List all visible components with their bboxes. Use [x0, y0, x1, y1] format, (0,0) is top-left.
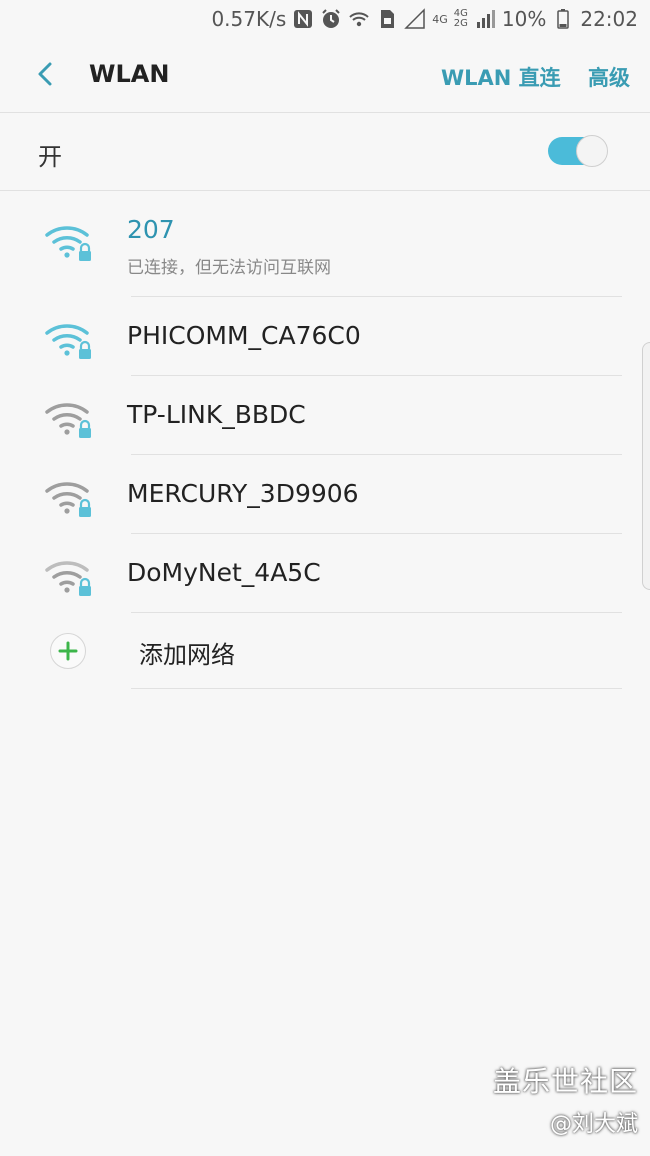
- network-name: 207: [127, 215, 175, 244]
- signal-icon: [474, 8, 496, 30]
- watermark: 盖乐世社区 @刘大斌: [493, 1060, 638, 1138]
- network-name: DoMyNet_4A5C: [127, 558, 321, 587]
- add-network-label: 添加网络: [139, 641, 235, 669]
- wifi-lock-icon: [44, 556, 96, 600]
- add-network-button[interactable]: 添加网络: [0, 613, 650, 689]
- plus-icon: [50, 633, 86, 669]
- toggle-label: 开: [38, 143, 62, 171]
- network-name: MERCURY_3D9906: [127, 479, 359, 508]
- wifi-lock-icon: [44, 221, 96, 265]
- network-item-tp-link[interactable]: TP-LINK_BBDC: [0, 376, 650, 455]
- watermark-title: 盖乐世社区: [492, 1065, 638, 1098]
- network-name: TP-LINK_BBDC: [127, 400, 306, 429]
- wlan-toggle-row[interactable]: 开: [0, 113, 650, 191]
- wlan-settings-screen: 0.57K/s 4G 4G 2G 10% 22:02 WLAN WLAN 直连 …: [0, 0, 650, 1156]
- wifi-lock-icon: [44, 398, 96, 442]
- wlan-switch[interactable]: [548, 135, 608, 167]
- network-speed: 0.57K/s: [211, 7, 287, 31]
- battery-percent: 10%: [501, 7, 547, 31]
- list-divider: [131, 688, 622, 689]
- wlan-direct-button[interactable]: WLAN 直连: [441, 62, 561, 92]
- sim-icon: [376, 8, 398, 30]
- back-button[interactable]: [28, 58, 64, 94]
- switch-knob: [576, 135, 608, 167]
- clock: 22:02: [580, 7, 638, 31]
- signal-empty-icon: [404, 8, 426, 30]
- network-type-4g: 4G: [432, 12, 448, 26]
- network-list: 207 已连接，但无法访问互联网 PHICOMM_CA76C0 TP-LINK_…: [0, 191, 650, 689]
- network-name: PHICOMM_CA76C0: [127, 321, 361, 350]
- wifi-lock-icon: [44, 319, 96, 363]
- page-title: WLAN: [89, 60, 170, 88]
- watermark-author: @刘大斌: [549, 1112, 638, 1137]
- status-bar-right: 0.57K/s 4G 4G 2G 10% 22:02: [211, 7, 638, 31]
- app-bar: WLAN WLAN 直连 高级: [0, 40, 650, 113]
- status-bar: 0.57K/s 4G 4G 2G 10% 22:02: [0, 0, 650, 40]
- wifi-status-icon: [348, 8, 370, 30]
- network-item-phicomm[interactable]: PHICOMM_CA76C0: [0, 297, 650, 376]
- network-type-2g: 2G: [453, 18, 468, 29]
- network-item-mercury[interactable]: MERCURY_3D9906: [0, 455, 650, 534]
- network-item-domynet[interactable]: DoMyNet_4A5C: [0, 534, 650, 613]
- chevron-left-icon: [35, 61, 57, 91]
- advanced-button[interactable]: 高级: [588, 62, 630, 92]
- battery-icon: [552, 8, 574, 30]
- wifi-lock-icon: [44, 477, 96, 521]
- network-status: 已连接，但无法访问互联网: [127, 258, 331, 278]
- network-item-207[interactable]: 207 已连接，但无法访问互联网: [0, 191, 650, 297]
- edge-panel-handle[interactable]: [642, 342, 650, 590]
- alarm-icon: [320, 8, 342, 30]
- nfc-icon: [292, 8, 314, 30]
- network-type-stack: 4G 2G: [454, 9, 468, 29]
